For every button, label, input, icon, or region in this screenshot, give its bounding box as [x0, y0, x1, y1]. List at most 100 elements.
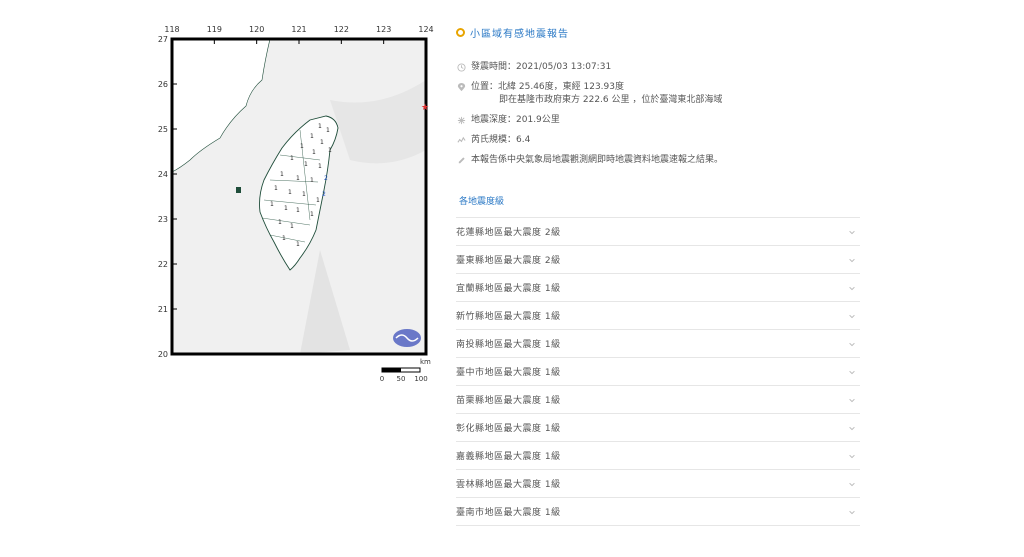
- chevron-down-icon[interactable]: [848, 256, 856, 264]
- location-label: 位置：: [471, 82, 499, 92]
- intensity-item-label: 嘉義縣地區最大震度 1級: [456, 452, 561, 462]
- intensity-list-item[interactable]: 臺中市地區最大震度 1級: [456, 358, 860, 386]
- intensity-mark: 1: [270, 201, 274, 208]
- chevron-down-icon[interactable]: [848, 284, 856, 292]
- chevron-down-icon[interactable]: [848, 228, 856, 236]
- issue-time-row: 發震時間： 2021/05/03 13:07:31: [456, 61, 860, 74]
- latitude-tick-label: 22: [158, 260, 168, 269]
- intensity-mark: 1: [316, 197, 320, 204]
- intensity-mark: 1: [300, 143, 304, 150]
- longitude-tick-label: 124: [418, 25, 433, 34]
- longitude-tick-label: 120: [249, 25, 264, 34]
- intensity-mark: 1: [274, 185, 278, 192]
- latitude-tick-label: 24: [158, 170, 168, 179]
- intensity-item-label: 雲林縣地區最大震度 1級: [456, 480, 561, 490]
- magnitude-label: 芮氏規模：: [471, 135, 517, 145]
- longitude-tick-label: 122: [334, 25, 349, 34]
- map-svg: 111111 111 111 111 111 111111122 ★ 118 119 120 1…: [158, 25, 434, 383]
- intensity-item-label: 臺南市地區最大震度 1級: [456, 508, 561, 518]
- intensity-list-item[interactable]: 南投縣地區最大震度 1級: [456, 330, 860, 358]
- longitude-tick-label: 121: [291, 25, 306, 34]
- longitude-tick-label: 118: [164, 25, 179, 34]
- intensity-mark: 1: [290, 223, 294, 230]
- intensity-mark: 1: [302, 191, 306, 198]
- intensity-mark: 1: [296, 175, 300, 182]
- intensity-mark: 2: [322, 191, 326, 198]
- scale-label-100: 100: [414, 375, 427, 383]
- intensity-mark: 1: [288, 189, 292, 196]
- intensity-list-item[interactable]: 花蓮縣地區最大震度 2級: [456, 218, 860, 246]
- intensity-mark: 1: [296, 241, 300, 248]
- intensity-mark: 1: [278, 219, 282, 226]
- title-dot-icon: [456, 27, 465, 37]
- earthquake-map: 111111111111111111111111122 ★ 118 119 120 1…: [150, 20, 440, 390]
- intensity-list-item[interactable]: 新竹縣地區最大震度 1級: [456, 302, 860, 330]
- chevron-down-icon[interactable]: [848, 480, 856, 488]
- chevron-down-icon[interactable]: [848, 368, 856, 376]
- intensity-mark: 1: [320, 139, 324, 146]
- issue-time-label: 發震時間：: [471, 62, 517, 72]
- chevron-down-icon[interactable]: [848, 396, 856, 404]
- location-row: 位置：北緯 25.46度，東經 123.93度 即在基隆市政府東方 222.6 …: [456, 81, 860, 107]
- scale-label-0: 0: [380, 375, 384, 383]
- report-header: 小區域有感地震報告: [456, 24, 860, 40]
- depth-row: 地震深度： 201.9公里: [456, 114, 860, 127]
- longitude-tick-label: 123: [376, 25, 391, 34]
- note-row: 本報告係中央氣象局地震觀測網即時地震資料地震速報之結果。: [456, 154, 860, 167]
- depth-value: 201.9公里: [516, 115, 560, 125]
- latitude-tick-label: 27: [158, 35, 168, 44]
- location-coord: 北緯 25.46度，東經 123.93度: [498, 82, 624, 92]
- intensity-list: 花蓮縣地區最大震度 2級臺東縣地區最大震度 2級宜蘭縣地區最大震度 1級新竹縣地…: [456, 217, 860, 526]
- intensity-mark: 1: [318, 123, 322, 130]
- chevron-down-icon[interactable]: [848, 424, 856, 432]
- chevron-down-icon[interactable]: [848, 452, 856, 460]
- intensity-list-item[interactable]: 雲林縣地區最大震度 1級: [456, 470, 860, 498]
- map-pin-icon: [457, 83, 466, 92]
- depth-label: 地震深度：: [471, 115, 517, 125]
- chevron-down-icon[interactable]: [848, 312, 856, 320]
- intensity-mark: 1: [310, 211, 314, 218]
- intensity-mark: 1: [282, 235, 286, 242]
- intensity-list-item[interactable]: 嘉義縣地區最大震度 1級: [456, 442, 860, 470]
- intensity-item-label: 花蓮縣地區最大震度 2級: [456, 228, 561, 238]
- intensity-list-item[interactable]: 宜蘭縣地區最大震度 1級: [456, 274, 860, 302]
- intensity-mark: 1: [318, 163, 322, 170]
- chevron-down-icon[interactable]: [848, 508, 856, 516]
- intensity-mark: 1: [310, 133, 314, 140]
- report-panel: 小區域有感地震報告 發震時間： 2021/05/03 13:07:31 位置：北…: [456, 24, 860, 526]
- penghu-islands: [236, 187, 241, 193]
- latitude-tick-label: 21: [158, 305, 168, 314]
- magnitude-value: 6.4: [516, 135, 531, 145]
- magnitude-icon: [457, 136, 466, 143]
- location-desc: 即在基隆市政府東方 222.6 公里 ，位於臺灣東北部海域: [499, 95, 723, 105]
- location-block: 位置：北緯 25.46度，東經 123.93度 即在基隆市政府東方 222.6 …: [471, 81, 722, 107]
- intensity-mark: 1: [280, 171, 284, 178]
- intensity-mark: 1: [284, 205, 288, 212]
- intensity-item-label: 臺中市地區最大震度 1級: [456, 368, 561, 378]
- intensity-list-item[interactable]: 苗栗縣地區最大震度 1級: [456, 386, 860, 414]
- epicenter-star-icon: ★: [421, 103, 429, 113]
- intensity-list-item[interactable]: 臺南市地區最大震度 1級: [456, 498, 860, 526]
- report-title: 小區域有感地震報告: [470, 28, 569, 40]
- intensity-mark: 1: [304, 161, 308, 168]
- intensity-section-label: 各地震度級: [459, 197, 505, 207]
- longitude-tick-label: 119: [207, 25, 222, 34]
- intensity-list-item[interactable]: 臺東縣地區最大震度 2級: [456, 246, 860, 274]
- intensity-list-item[interactable]: 彰化縣地區最大震度 1級: [456, 414, 860, 442]
- intensity-item-label: 宜蘭縣地區最大震度 1級: [456, 284, 561, 294]
- intensity-mark: 1: [310, 177, 314, 184]
- magnitude-row: 芮氏規模： 6.4: [456, 134, 860, 147]
- scale-label-50: 50: [397, 375, 406, 383]
- intensity-mark: 1: [296, 207, 300, 214]
- intensity-item-label: 南投縣地區最大震度 1級: [456, 340, 561, 350]
- scale-unit: km: [420, 358, 431, 366]
- report-note: 本報告係中央氣象局地震觀測網即時地震資料地震速報之結果。: [471, 155, 724, 165]
- chevron-down-icon[interactable]: [848, 340, 856, 348]
- cwb-logo-icon: [393, 329, 421, 347]
- depth-icon: [457, 116, 466, 125]
- intensity-mark: 1: [328, 147, 332, 154]
- intensity-item-label: 苗栗縣地區最大震度 1級: [456, 396, 561, 406]
- clock-icon: [457, 63, 466, 72]
- issue-time-value: 2021/05/03 13:07:31: [516, 62, 612, 72]
- intensity-item-label: 彰化縣地區最大震度 1級: [456, 424, 561, 434]
